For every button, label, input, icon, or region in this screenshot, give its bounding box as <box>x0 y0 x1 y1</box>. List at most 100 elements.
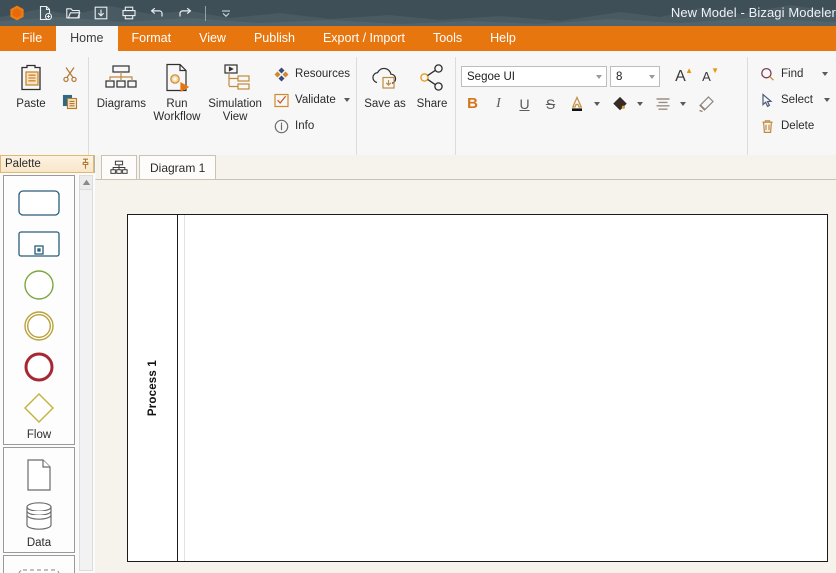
palette-shape-intermediate-event[interactable] <box>4 305 74 346</box>
align-chevron-down-icon[interactable] <box>680 101 686 106</box>
ribbon-tab-export-import[interactable]: Export / Import <box>309 26 419 51</box>
font-color-button[interactable] <box>565 92 588 115</box>
font-color-chevron-down-icon[interactable] <box>594 101 600 106</box>
simulation-view-label: Simulation View <box>208 98 262 123</box>
new-document-icon[interactable] <box>32 1 58 25</box>
diagrams-icon <box>104 61 138 95</box>
formatting-controls: Segoe UI 8 A ▲ A ▼ B I U S <box>455 55 724 117</box>
italic-button[interactable]: I <box>487 92 510 115</box>
title-bar: New Model - Bizagi Modeler <box>0 0 836 26</box>
run-workflow-button[interactable]: Run Workflow <box>149 55 205 124</box>
simulation-view-button[interactable]: Simulation View <box>205 55 265 124</box>
copy-button[interactable] <box>58 91 82 113</box>
palette-group-label-data: Data <box>26 537 52 549</box>
ribbon-tab-file[interactable]: File <box>8 26 56 51</box>
grow-font-button[interactable]: A ▲ <box>669 65 693 88</box>
fill-color-button[interactable] <box>608 92 631 115</box>
redo-icon[interactable] <box>172 1 198 25</box>
select-chevron-down-icon[interactable] <box>823 98 830 102</box>
resources-label: Resources <box>295 68 350 80</box>
scroll-up-arrow-icon[interactable] <box>80 176 92 190</box>
ribbon-tab-publish[interactable]: Publish <box>240 26 309 51</box>
undo-icon[interactable] <box>144 1 170 25</box>
window-title: New Model - Bizagi Modeler <box>670 5 836 20</box>
chevron-down-icon[interactable] <box>343 98 350 102</box>
select-button[interactable]: Select <box>755 87 836 113</box>
align-button[interactable] <box>651 92 674 115</box>
find-chevron-down-icon[interactable] <box>822 72 829 76</box>
delete-button[interactable]: Delete <box>755 113 836 139</box>
palette-panel: Palette Flow Data <box>0 155 95 573</box>
chevron-down-icon[interactable] <box>644 74 659 79</box>
ribbon-tab-help[interactable]: Help <box>476 26 530 51</box>
font-size-select[interactable]: 8 <box>610 66 660 87</box>
diagrams-label: Diagrams <box>96 98 146 110</box>
palette-shape-data-store[interactable] <box>4 495 74 536</box>
chevron-down-icon[interactable] <box>213 1 239 25</box>
palette-group-data: Data <box>3 447 75 553</box>
fill-color-chevron-down-icon[interactable] <box>637 101 643 106</box>
palette-groups: Flow Data <box>3 175 75 573</box>
share-button[interactable]: Share <box>410 55 454 111</box>
palette-shape-end-event[interactable] <box>4 346 74 387</box>
validate-label: Validate <box>295 94 336 106</box>
chevron-down-icon[interactable] <box>591 74 606 79</box>
pool-lane-divider <box>184 215 185 561</box>
quick-access-separator <box>205 5 206 21</box>
bizagi-modeler-window: New Model - Bizagi Modeler File Home For… <box>0 0 836 573</box>
bizagi-logo-icon[interactable] <box>4 1 30 25</box>
diagram-selector-tab[interactable] <box>101 155 137 179</box>
diagrams-button[interactable]: Diagrams <box>94 55 149 111</box>
bold-button[interactable]: B <box>461 92 484 115</box>
info-label: Info <box>295 120 315 132</box>
palette-scrollbar[interactable] <box>79 175 93 571</box>
info-icon <box>272 117 290 135</box>
shrink-font-button[interactable]: A ▼ <box>695 65 719 88</box>
validate-button[interactable]: Validate <box>269 87 356 113</box>
palette-shape-start-event[interactable] <box>4 264 74 305</box>
diagram-canvas[interactable]: Process 1 <box>96 181 836 573</box>
palette-header: Palette <box>0 155 94 173</box>
save-download-icon[interactable] <box>88 1 114 25</box>
palette-shape-subprocess[interactable] <box>4 223 74 264</box>
print-icon[interactable] <box>116 1 142 25</box>
share-icon <box>417 61 447 95</box>
document-tab-diagram-1[interactable]: Diagram 1 <box>139 155 217 179</box>
resources-icon <box>272 65 290 83</box>
save-as-cloud-button[interactable]: Save as <box>360 55 410 111</box>
ribbon-tab-view[interactable]: View <box>185 26 240 51</box>
ribbon-tab-tools[interactable]: Tools <box>419 26 476 51</box>
find-button[interactable]: Find <box>755 61 836 87</box>
palette-shape-data-object[interactable] <box>4 454 74 495</box>
pool-lane-header[interactable]: Process 1 <box>128 215 178 561</box>
run-workflow-icon <box>161 61 193 95</box>
cut-button[interactable] <box>58 63 82 85</box>
palette-shape-task[interactable] <box>4 182 74 223</box>
paste-label: Paste <box>16 98 46 110</box>
validate-icon <box>272 91 290 109</box>
palette-scroll-area: Flow Data <box>0 173 95 573</box>
palette-group-label-flow: Flow <box>26 429 52 441</box>
palette-shape-gateway[interactable] <box>4 387 74 428</box>
palette-shape-group[interactable] <box>4 562 74 573</box>
font-family-select[interactable]: Segoe UI <box>461 66 607 87</box>
ribbon-tab-format[interactable]: Format <box>118 26 186 51</box>
open-folder-icon[interactable] <box>60 1 86 25</box>
simulation-view-icon <box>218 61 252 95</box>
underline-button[interactable]: U <box>513 92 536 115</box>
palette-title: Palette <box>5 158 41 170</box>
font-size-value: 8 <box>616 70 623 83</box>
strikethrough-button[interactable]: S <box>539 92 562 115</box>
formatting-row-style: B I U S <box>461 90 718 117</box>
run-workflow-label: Run Workflow <box>153 98 201 123</box>
pool-process-1[interactable]: Process 1 <box>127 214 828 562</box>
pool-title-label: Process 1 <box>146 359 159 417</box>
pin-icon[interactable] <box>77 158 93 170</box>
ribbon-tab-bar: File Home Format View Publish Export / I… <box>0 26 836 51</box>
resources-button[interactable]: Resources <box>269 61 356 87</box>
paste-button[interactable]: Paste <box>4 55 58 111</box>
palette-group-flow: Flow <box>3 175 75 445</box>
info-button[interactable]: Info <box>269 113 356 139</box>
ribbon-tab-home[interactable]: Home <box>56 26 118 51</box>
format-painter-button[interactable] <box>694 92 717 115</box>
